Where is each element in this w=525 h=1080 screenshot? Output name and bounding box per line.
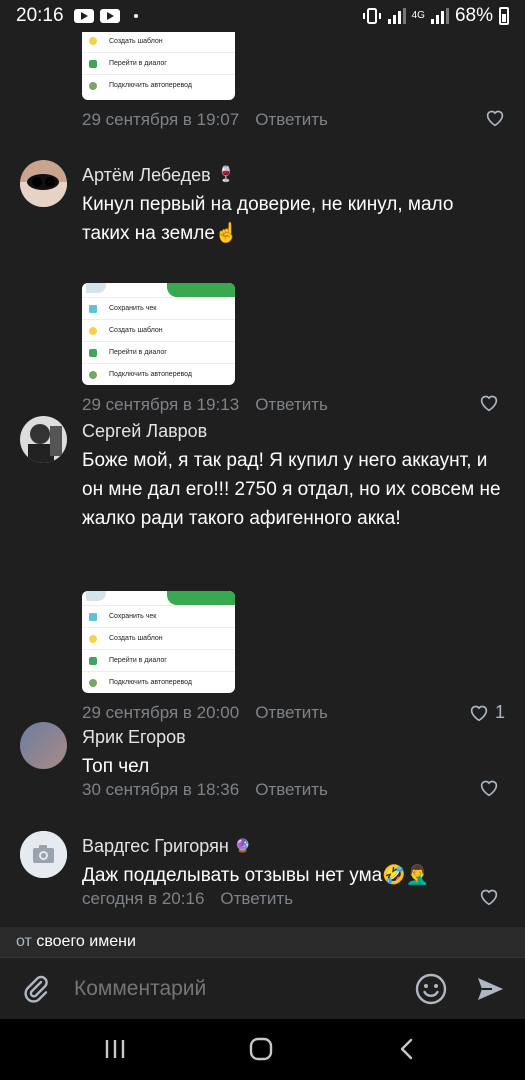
comment-input[interactable] xyxy=(74,970,394,1008)
heart-icon xyxy=(480,780,498,797)
comment-compose-bar xyxy=(0,957,525,1019)
avatar[interactable] xyxy=(20,831,67,878)
battery-percent: 68% xyxy=(454,5,493,26)
wifi-signal-icon xyxy=(387,8,406,24)
youtube-notification-icon-2 xyxy=(99,9,120,23)
heart-icon xyxy=(486,110,504,127)
comment-author[interactable]: Артём Лебедев 🍷 xyxy=(82,164,505,186)
reply-button[interactable]: Ответить xyxy=(255,109,328,131)
like-button[interactable] xyxy=(479,888,505,906)
like-button[interactable]: 1 xyxy=(469,702,505,723)
avatar[interactable] xyxy=(20,416,67,463)
comment-text: Даж подделывать отзывы нет ума🤣🤦‍♂️ xyxy=(82,865,430,886)
template-icon xyxy=(89,634,97,643)
autotranslate-icon xyxy=(89,81,97,90)
emoji-icon[interactable] xyxy=(414,972,448,1006)
youtube-notification-icon xyxy=(73,9,94,23)
like-count: 1 xyxy=(494,702,505,722)
template-icon xyxy=(89,326,97,335)
comment-text: Боже мой, я так рад! Я купил у него акка… xyxy=(82,450,501,529)
comment-meta: 30 сентября в 18:36 Ответить xyxy=(82,779,328,801)
like-button[interactable] xyxy=(485,109,505,127)
comment-meta: 29 сентября в 20:00 Ответить xyxy=(82,702,328,724)
comment-date: 29 сентября в 19:07 xyxy=(82,110,240,129)
heart-icon xyxy=(480,889,498,906)
dialog-icon xyxy=(89,348,97,357)
reply-button[interactable]: Ответить xyxy=(220,888,293,910)
post-as-value: своего имени xyxy=(36,933,136,950)
receipt-icon xyxy=(89,304,97,313)
autotranslate-icon xyxy=(89,370,97,379)
comment-date: сегодня в 20:16 xyxy=(82,889,205,908)
comment-text: Кинул первый на доверие, не кинул, мало … xyxy=(82,194,454,244)
cell-signal-icon xyxy=(430,8,449,24)
camera-placeholder-icon xyxy=(20,831,67,878)
heart-icon xyxy=(480,395,498,412)
author-badge-emoji: 🔮 xyxy=(234,838,251,853)
comment-author[interactable]: Ярик Егоров xyxy=(82,726,505,748)
attached-screenshot[interactable]: Сохранить чек Создать шаблон Перейти в д… xyxy=(82,283,235,385)
home-icon[interactable] xyxy=(248,1037,274,1061)
attached-screenshot[interactable]: Создать шаблон Перейти в диалог Подключи… xyxy=(82,32,235,100)
battery-icon xyxy=(499,7,509,25)
recent-apps-icon[interactable] xyxy=(104,1037,126,1061)
comments-feed[interactable]: Создать шаблон Перейти в диалог Подключи… xyxy=(0,32,525,927)
like-button[interactable] xyxy=(479,394,505,412)
autotranslate-icon xyxy=(89,678,97,687)
avatar[interactable] xyxy=(20,722,67,769)
receipt-icon xyxy=(89,612,97,621)
system-navigation-bar xyxy=(0,1019,525,1080)
reply-button[interactable]: Ответить xyxy=(255,702,328,724)
comment-date: 29 сентября в 19:13 xyxy=(82,395,240,414)
template-icon xyxy=(89,37,97,45)
like-button[interactable] xyxy=(479,779,505,797)
back-icon[interactable] xyxy=(398,1037,416,1061)
post-as-selector[interactable]: от своего имени xyxy=(0,927,525,957)
status-bar: 20:16 4G 68% xyxy=(0,0,525,32)
avatar[interactable] xyxy=(20,160,67,207)
heart-icon xyxy=(470,705,488,721)
paperclip-icon[interactable] xyxy=(20,973,52,1005)
more-notifications-icon xyxy=(133,14,138,18)
comment-meta: сегодня в 20:16 Ответить xyxy=(82,888,293,910)
comment-text: Топ чел xyxy=(82,756,150,777)
reply-button[interactable]: Ответить xyxy=(255,394,328,416)
comment-date: 29 сентября в 20:00 xyxy=(82,703,240,722)
reply-button[interactable]: Ответить xyxy=(255,779,328,801)
send-icon[interactable] xyxy=(474,973,506,1005)
comment-meta: 29 сентября в 19:13 Ответить xyxy=(82,394,328,416)
network-type: 4G xyxy=(411,10,425,21)
status-time: 20:16 xyxy=(16,5,64,26)
post-as-prefix: от xyxy=(16,933,32,950)
author-badge-emoji: 🍷 xyxy=(216,166,236,183)
comment-author[interactable]: Вардгес Григорян 🔮 xyxy=(82,835,505,857)
dialog-icon xyxy=(89,656,97,665)
attached-screenshot[interactable]: Сохранить чек Создать шаблон Перейти в д… xyxy=(82,591,235,693)
comment-meta: 29 сентября в 19:07 Ответить xyxy=(82,109,328,131)
vibrate-icon xyxy=(362,8,381,24)
dialog-icon xyxy=(89,59,97,68)
comment-date: 30 сентября в 18:36 xyxy=(82,780,240,799)
comment-author[interactable]: Сергей Лавров xyxy=(82,420,505,442)
